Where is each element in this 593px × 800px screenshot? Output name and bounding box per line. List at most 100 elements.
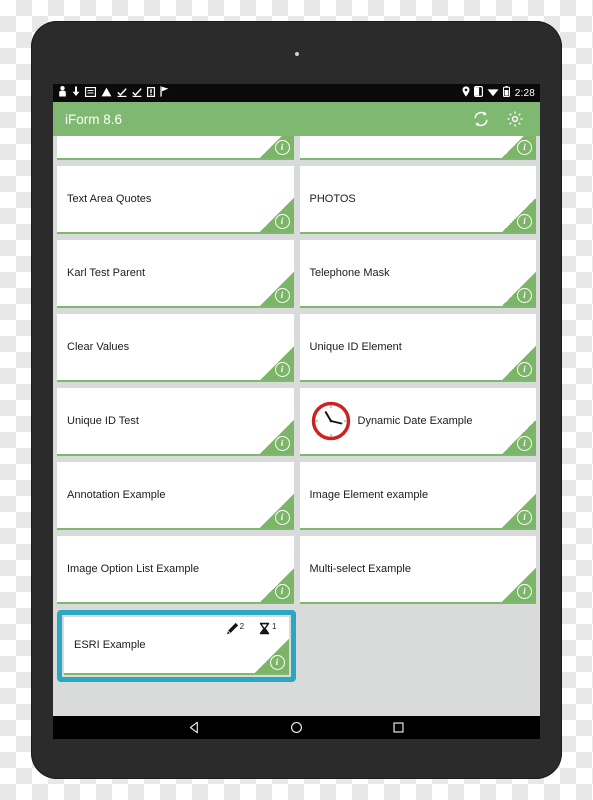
info-icon[interactable]: i: [274, 140, 290, 155]
pending-badge-count: 1: [272, 622, 277, 631]
info-corner[interactable]: i: [254, 639, 289, 673]
info-corner[interactable]: i: [259, 420, 294, 454]
info-corner[interactable]: i: [502, 420, 536, 454]
table-row-selected: ESRI Example 2 1 i: [57, 610, 536, 682]
sim-card-icon: [147, 84, 156, 102]
info-corner[interactable]: i: [259, 346, 294, 380]
info-corner[interactable]: i: [502, 568, 536, 602]
nav-home-button[interactable]: [282, 716, 310, 739]
info-icon[interactable]: i: [274, 214, 290, 229]
form-card[interactable]: i: [57, 136, 294, 160]
form-card-text-area-quotes[interactable]: Text Area Quotes i: [57, 166, 294, 234]
android-navigation-bar: [53, 716, 540, 739]
form-card-label: Karl Test Parent: [67, 267, 146, 279]
info-icon[interactable]: i: [274, 510, 290, 525]
form-card-unique-id-element[interactable]: Unique ID Element i: [299, 314, 536, 382]
person-notification-icon: [58, 84, 67, 102]
battery-icon: [502, 84, 510, 102]
table-row: Annotation Example i Image Element examp…: [57, 462, 536, 530]
draft-badge[interactable]: 2: [226, 622, 244, 635]
info-icon[interactable]: i: [517, 140, 532, 155]
settings-button[interactable]: [502, 106, 528, 132]
info-corner[interactable]: i: [502, 494, 536, 528]
form-card-label: Dynamic Date Example: [357, 415, 473, 427]
form-card-label: Annotation Example: [67, 489, 166, 501]
form-card-photos[interactable]: PHOTOS i: [299, 166, 536, 234]
info-corner[interactable]: i: [502, 136, 536, 158]
form-card-label: PHOTOS: [309, 193, 356, 205]
info-icon[interactable]: i: [517, 214, 532, 229]
home-circle-icon: [290, 721, 303, 734]
info-corner[interactable]: i: [502, 198, 536, 232]
form-card-image-element-example[interactable]: Image Element example i: [299, 462, 536, 530]
form-card-multi-select-example[interactable]: Multi-select Example i: [299, 536, 536, 604]
form-card-dynamic-date-example[interactable]: Dynamic Date Example i: [299, 388, 536, 456]
info-corner[interactable]: i: [259, 136, 294, 158]
info-corner[interactable]: i: [259, 198, 294, 232]
front-camera-icon: [294, 52, 299, 56]
info-icon[interactable]: i: [274, 288, 290, 303]
form-card-image-option-list-example[interactable]: Image Option List Example i: [57, 536, 294, 604]
nav-recents-button[interactable]: [385, 716, 413, 739]
form-card-label: Image Option List Example: [67, 563, 200, 575]
pending-badge[interactable]: 1: [258, 622, 277, 635]
drive-icon: [101, 84, 112, 102]
app-bar: iForm 8.6: [53, 102, 540, 136]
flag-icon: [160, 84, 169, 102]
recents-square-icon: [393, 722, 404, 733]
form-card-annotation-example[interactable]: Annotation Example i: [57, 462, 294, 530]
download-icon: [72, 84, 80, 102]
archive-icon: [84, 84, 97, 102]
info-icon[interactable]: i: [517, 510, 532, 525]
form-card-label: Multi-select Example: [309, 563, 411, 575]
info-icon[interactable]: i: [269, 655, 285, 670]
form-card-unique-id-test[interactable]: Unique ID Test i: [57, 388, 294, 456]
form-card-empty-slot: [302, 610, 537, 678]
form-card-label: Unique ID Element: [309, 341, 402, 353]
table-row: Image Option List Example i Multi-select…: [57, 536, 536, 604]
info-icon[interactable]: i: [274, 584, 290, 599]
table-row: Unique ID Test i Dynamic Date Example i: [57, 388, 536, 456]
info-icon[interactable]: i: [274, 436, 290, 451]
form-card-label: Image Element example: [309, 489, 429, 501]
gear-icon: [310, 136, 352, 146]
check-note-2-icon: [132, 84, 142, 102]
form-card-esri-example[interactable]: ESRI Example 2 1 i: [64, 617, 289, 675]
form-card-clear-values[interactable]: Clear Values i: [57, 314, 294, 382]
info-corner[interactable]: i: [502, 346, 536, 380]
form-card-label: Text Area Quotes: [67, 193, 152, 205]
form-card-telephone-mask[interactable]: Telephone Mask i: [299, 240, 536, 308]
back-triangle-icon: [189, 721, 198, 734]
clock-icon: [310, 400, 352, 442]
form-card-badges: 2 1: [226, 622, 277, 635]
form-card-label: Unique ID Test: [67, 415, 139, 427]
info-icon[interactable]: i: [517, 436, 532, 451]
info-icon[interactable]: i: [517, 584, 532, 599]
wifi-icon: [487, 84, 499, 102]
tablet-device-frame: 2:28 iForm 8.6 i i Text Area Quotes i PH…: [31, 21, 562, 779]
form-card-label: Telephone Mask: [309, 267, 390, 279]
location-pin-icon: [462, 84, 470, 102]
info-icon[interactable]: i: [274, 362, 290, 377]
form-list-grid[interactable]: i i Text Area Quotes i PHOTOS i Karl Tes…: [53, 136, 540, 716]
table-row: Clear Values i Unique ID Element i: [57, 314, 536, 382]
app-title: iForm 8.6: [65, 111, 123, 127]
draft-badge-count: 2: [239, 622, 245, 631]
form-card[interactable]: i: [299, 136, 536, 160]
status-bar-clock: 2:28: [514, 87, 535, 99]
sync-button[interactable]: [468, 106, 494, 132]
info-corner[interactable]: i: [259, 568, 294, 602]
info-icon[interactable]: i: [517, 362, 532, 377]
form-card-karl-test-parent[interactable]: Karl Test Parent i: [57, 240, 294, 308]
info-corner[interactable]: i: [259, 494, 294, 528]
info-corner[interactable]: i: [502, 272, 536, 306]
form-card-label: Clear Values: [67, 341, 130, 353]
info-icon[interactable]: i: [517, 288, 532, 303]
screen-rotation-icon: [473, 84, 483, 102]
nav-back-button[interactable]: [180, 716, 208, 739]
info-corner[interactable]: i: [259, 272, 294, 306]
status-bar-system: 2:28: [462, 84, 535, 102]
status-bar-notifications: [58, 84, 169, 102]
check-note-icon: [117, 84, 127, 102]
table-row: Text Area Quotes i PHOTOS i: [57, 166, 536, 234]
